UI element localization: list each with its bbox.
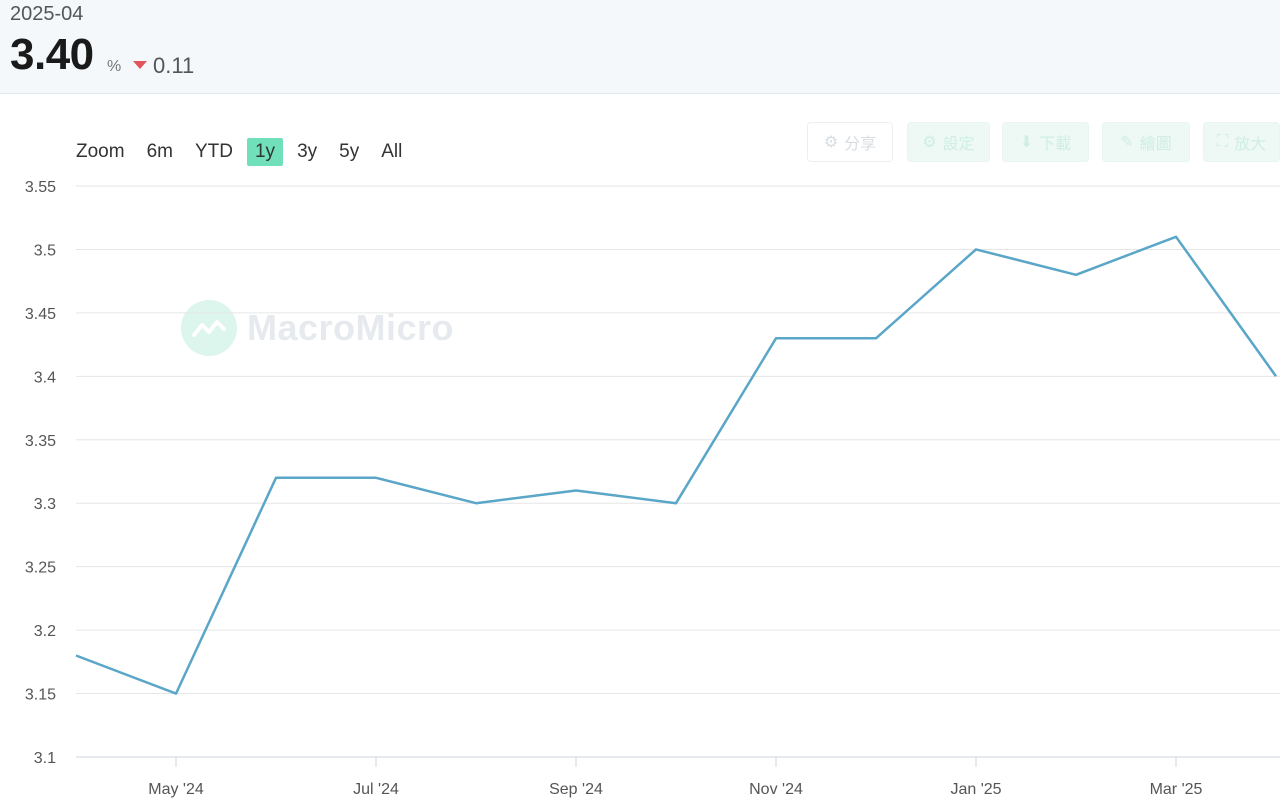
- y-tick-label: 3.25: [25, 560, 56, 577]
- y-tick-label: 3.2: [34, 623, 56, 640]
- y-tick-label: 3.1: [34, 750, 56, 767]
- x-tick-label: Mar '25: [1150, 781, 1203, 798]
- y-axis-ticks: 3.1 3.15 3.2 3.25 3.3 3.35 3.4 3.45 3.5 3.55: [25, 179, 56, 767]
- x-axis-ticks: May '24 Jul '24 Sep '24 Nov '24 Jan '25 Mar '…: [148, 757, 1203, 798]
- x-tick-label: Nov '24: [749, 781, 803, 798]
- y-tick-label: 3.35: [25, 433, 56, 450]
- x-tick-label: Jul '24: [353, 781, 399, 798]
- y-tick-label: 3.55: [25, 179, 56, 196]
- y-tick-label: 3.4: [34, 369, 56, 386]
- grid-lines: [76, 185, 1280, 758]
- x-tick-label: Sep '24: [549, 781, 603, 798]
- x-tick-label: Jan '25: [950, 781, 1001, 798]
- y-tick-label: 3.45: [25, 306, 56, 323]
- y-tick-label: 3.3: [34, 496, 56, 513]
- series-line: [75, 235, 1278, 695]
- y-tick-label: 3.5: [34, 242, 56, 259]
- x-tick-label: May '24: [148, 781, 204, 798]
- y-tick-label: 3.15: [25, 687, 56, 704]
- line-chart: 3.1 3.15 3.2 3.25 3.3 3.35 3.4 3.45 3.5 3.55 May …: [25, 179, 1280, 798]
